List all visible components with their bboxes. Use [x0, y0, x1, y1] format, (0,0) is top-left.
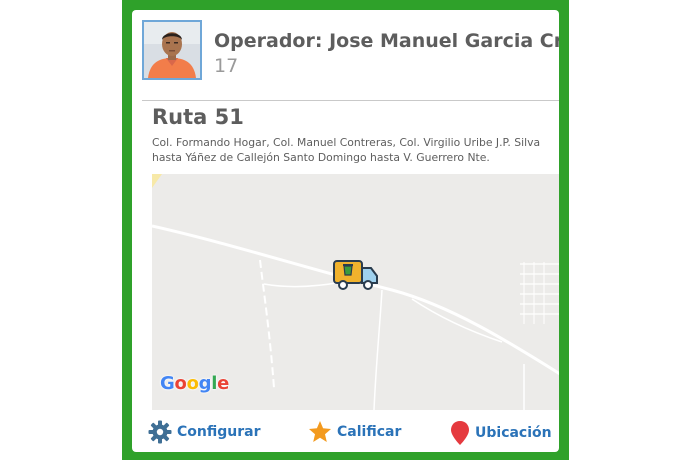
google-logo: Google [160, 373, 230, 394]
action-bar: Configurar Calificar Ubicación [132, 410, 559, 452]
operator-name: Operador: Jose Manuel Garcia Cristiano [214, 30, 559, 52]
operator-header: Operador: Jose Manuel Garcia Cristiano 1… [142, 18, 559, 101]
garbage-truck-icon[interactable] [332, 257, 380, 291]
map-view[interactable]: Google [152, 174, 559, 410]
rate-label: Calificar [337, 424, 402, 440]
operator-photo [144, 22, 200, 78]
star-icon [309, 421, 331, 442]
operator-avatar [142, 20, 202, 80]
route-description: Col. Formando Hogar, Col. Manuel Contrer… [152, 136, 541, 164]
location-pin-icon [451, 421, 469, 445]
route-card: Operador: Jose Manuel Garcia Cristiano 1… [132, 10, 559, 452]
operator-number: 17 [214, 55, 239, 77]
rate-button[interactable]: Calificar [308, 420, 401, 444]
configure-label: Configurar [177, 424, 261, 440]
location-label: Ubicación [475, 425, 552, 441]
location-button[interactable]: Ubicación [450, 420, 552, 446]
app-frame: Operador: Jose Manuel Garcia Cristiano 1… [122, 0, 569, 460]
gear-icon [148, 420, 172, 444]
route-title: Ruta 51 [152, 105, 244, 129]
configure-button[interactable]: Configurar [148, 420, 260, 444]
